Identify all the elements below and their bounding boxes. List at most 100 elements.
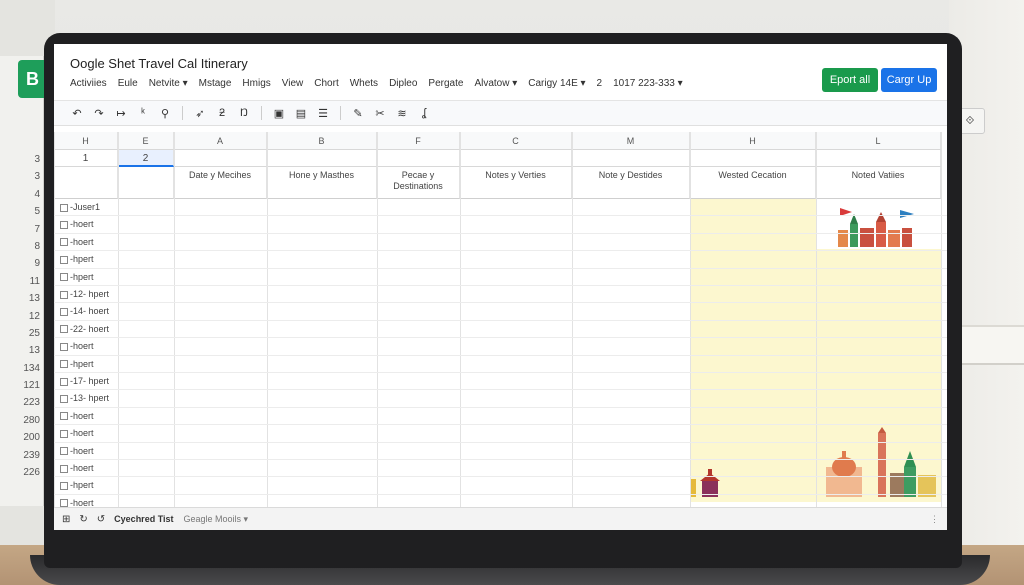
align-icon[interactable]: ☰ [312, 107, 334, 120]
row-checkbox[interactable] [60, 273, 68, 282]
row-checkbox[interactable] [60, 203, 68, 212]
row-label-cell[interactable]: -22- hoert [54, 321, 118, 338]
column-header[interactable]: H [54, 132, 118, 150]
column-header[interactable]: E [118, 132, 174, 150]
row-checkbox[interactable] [60, 412, 68, 421]
table-row[interactable]: -hoert [54, 460, 947, 478]
redo-icon[interactable]: ↷ [88, 107, 110, 120]
row-checkbox[interactable] [60, 308, 68, 317]
row-checkbox[interactable] [60, 325, 68, 334]
menu-item[interactable]: Dipleo [389, 78, 417, 89]
back-icon[interactable]: ᵏ [132, 107, 154, 119]
table-row[interactable]: -hoert [54, 425, 947, 443]
table-row[interactable]: -Juser1 [54, 199, 947, 217]
forward-icon[interactable]: ↦ [110, 107, 132, 120]
header-cell[interactable] [54, 167, 118, 199]
menu-item[interactable]: 2 [597, 78, 603, 89]
row-checkbox[interactable] [60, 464, 68, 473]
menu-item[interactable]: Eule [118, 78, 138, 89]
table-row[interactable]: -17- hpert [54, 373, 947, 391]
sync-icon[interactable]: ↺ [97, 514, 105, 525]
cut-icon[interactable]: ✂ [369, 107, 391, 120]
row-label-cell[interactable]: -hpert [54, 269, 118, 286]
format-icon[interactable]: Ŋ [233, 107, 255, 119]
sub-header-cell[interactable] [816, 150, 941, 167]
row-checkbox[interactable] [60, 290, 68, 299]
row-label-cell[interactable]: -hoert [54, 216, 118, 233]
row-checkbox[interactable] [60, 221, 68, 230]
column-header[interactable]: A [174, 132, 267, 150]
export-button[interactable]: Eport all [822, 68, 878, 92]
pen-icon[interactable]: ✎ [347, 107, 369, 120]
table-row[interactable]: -hpert [54, 251, 947, 269]
undo-icon[interactable]: ↶ [66, 107, 88, 120]
table-row[interactable]: -hpert [54, 356, 947, 373]
menu-item[interactable]: 1017 223-333 ▾ [613, 78, 683, 89]
row-checkbox[interactable] [60, 342, 68, 351]
row-checkbox[interactable] [60, 238, 68, 247]
table-row[interactable]: -14- hoert [54, 303, 947, 321]
sub-header-cell[interactable] [690, 150, 816, 167]
copy-icon[interactable]: ▣ [268, 107, 290, 120]
arrow-icon[interactable]: ➶ [189, 107, 211, 120]
column-header[interactable]: C [460, 132, 572, 150]
row-label-cell[interactable]: -hoert [54, 338, 118, 355]
header-cell[interactable] [118, 167, 174, 199]
menu-item[interactable]: Netvite ▾ [149, 78, 188, 89]
table-row[interactable]: -hoert [54, 216, 947, 234]
menu-item[interactable]: View [282, 78, 304, 89]
table-row[interactable]: -12- hpert [54, 286, 947, 304]
row-checkbox[interactable] [60, 395, 68, 404]
sub-header-cell[interactable] [460, 150, 572, 167]
header-cell[interactable]: Date y Mecihes [174, 167, 267, 199]
column-header[interactable]: H [690, 132, 816, 150]
table-row[interactable]: -hoert [54, 408, 947, 426]
table-row[interactable]: -13- hpert [54, 390, 947, 408]
menu-item[interactable]: Alvatow ▾ [474, 78, 517, 89]
row-checkbox[interactable] [60, 377, 68, 386]
sheet-tab-active[interactable]: Cyechred Tist [114, 514, 173, 524]
column-header[interactable]: F [377, 132, 460, 150]
column-header[interactable]: L [816, 132, 941, 150]
sub-header-cell[interactable] [267, 150, 377, 167]
menu-item[interactable]: Whets [350, 78, 378, 89]
more-options-icon[interactable]: ⋮ [930, 514, 939, 525]
function-icon[interactable]: ʆ [413, 107, 435, 119]
row-label-cell[interactable]: -14- hoert [54, 303, 118, 320]
row-label-cell[interactable]: -hpert [54, 251, 118, 268]
menu-item[interactable]: Chort [314, 78, 338, 89]
row-label-cell[interactable]: -hpert [54, 356, 118, 373]
table-row[interactable]: -hoert [54, 443, 947, 460]
row-label-cell[interactable]: -17- hpert [54, 373, 118, 390]
menu-item[interactable]: Mstage [199, 78, 232, 89]
header-cell[interactable]: Notes y Verties [460, 167, 572, 199]
document-title[interactable]: Oogle Shet Travel Cal Itinerary [70, 56, 248, 71]
zoom-icon[interactable]: ƻ [211, 107, 233, 119]
row-label-cell[interactable]: -hpert [54, 477, 118, 494]
row-checkbox[interactable] [60, 482, 68, 491]
row-checkbox[interactable] [60, 255, 68, 264]
menu-item[interactable]: Carigy 14E ▾ [528, 78, 585, 89]
header-cell[interactable]: Note y Destides [572, 167, 690, 199]
row-checkbox[interactable] [60, 429, 68, 438]
row-label-cell[interactable]: -hoert [54, 443, 118, 460]
header-cell[interactable]: Wested Cecation [690, 167, 816, 199]
menu-item[interactable]: Activiies [70, 78, 107, 89]
sub-header-cell[interactable] [377, 150, 460, 167]
row-checkbox[interactable] [60, 360, 68, 369]
doc-icon[interactable]: ▤ [290, 107, 312, 120]
header-cell[interactable]: Noted Vatiies [816, 167, 941, 199]
row-checkbox[interactable] [60, 447, 68, 456]
menu-item[interactable]: Pergate [428, 78, 463, 89]
wave-icon[interactable]: ≋ [391, 107, 413, 120]
table-row[interactable]: -hoert [54, 338, 947, 356]
row-label-cell[interactable]: -hoert [54, 408, 118, 425]
row-label-cell[interactable]: -Juser1 [54, 199, 118, 216]
header-cell[interactable]: Hone y Masthes [267, 167, 377, 199]
row-label-cell[interactable]: -hoert [54, 425, 118, 442]
paint-icon[interactable]: ⚲ [154, 107, 176, 120]
refresh-icon[interactable]: ↻ [79, 514, 87, 525]
row-label-cell[interactable]: -13- hpert [54, 390, 118, 407]
sub-header-cell[interactable] [174, 150, 267, 167]
column-header[interactable]: B [267, 132, 377, 150]
